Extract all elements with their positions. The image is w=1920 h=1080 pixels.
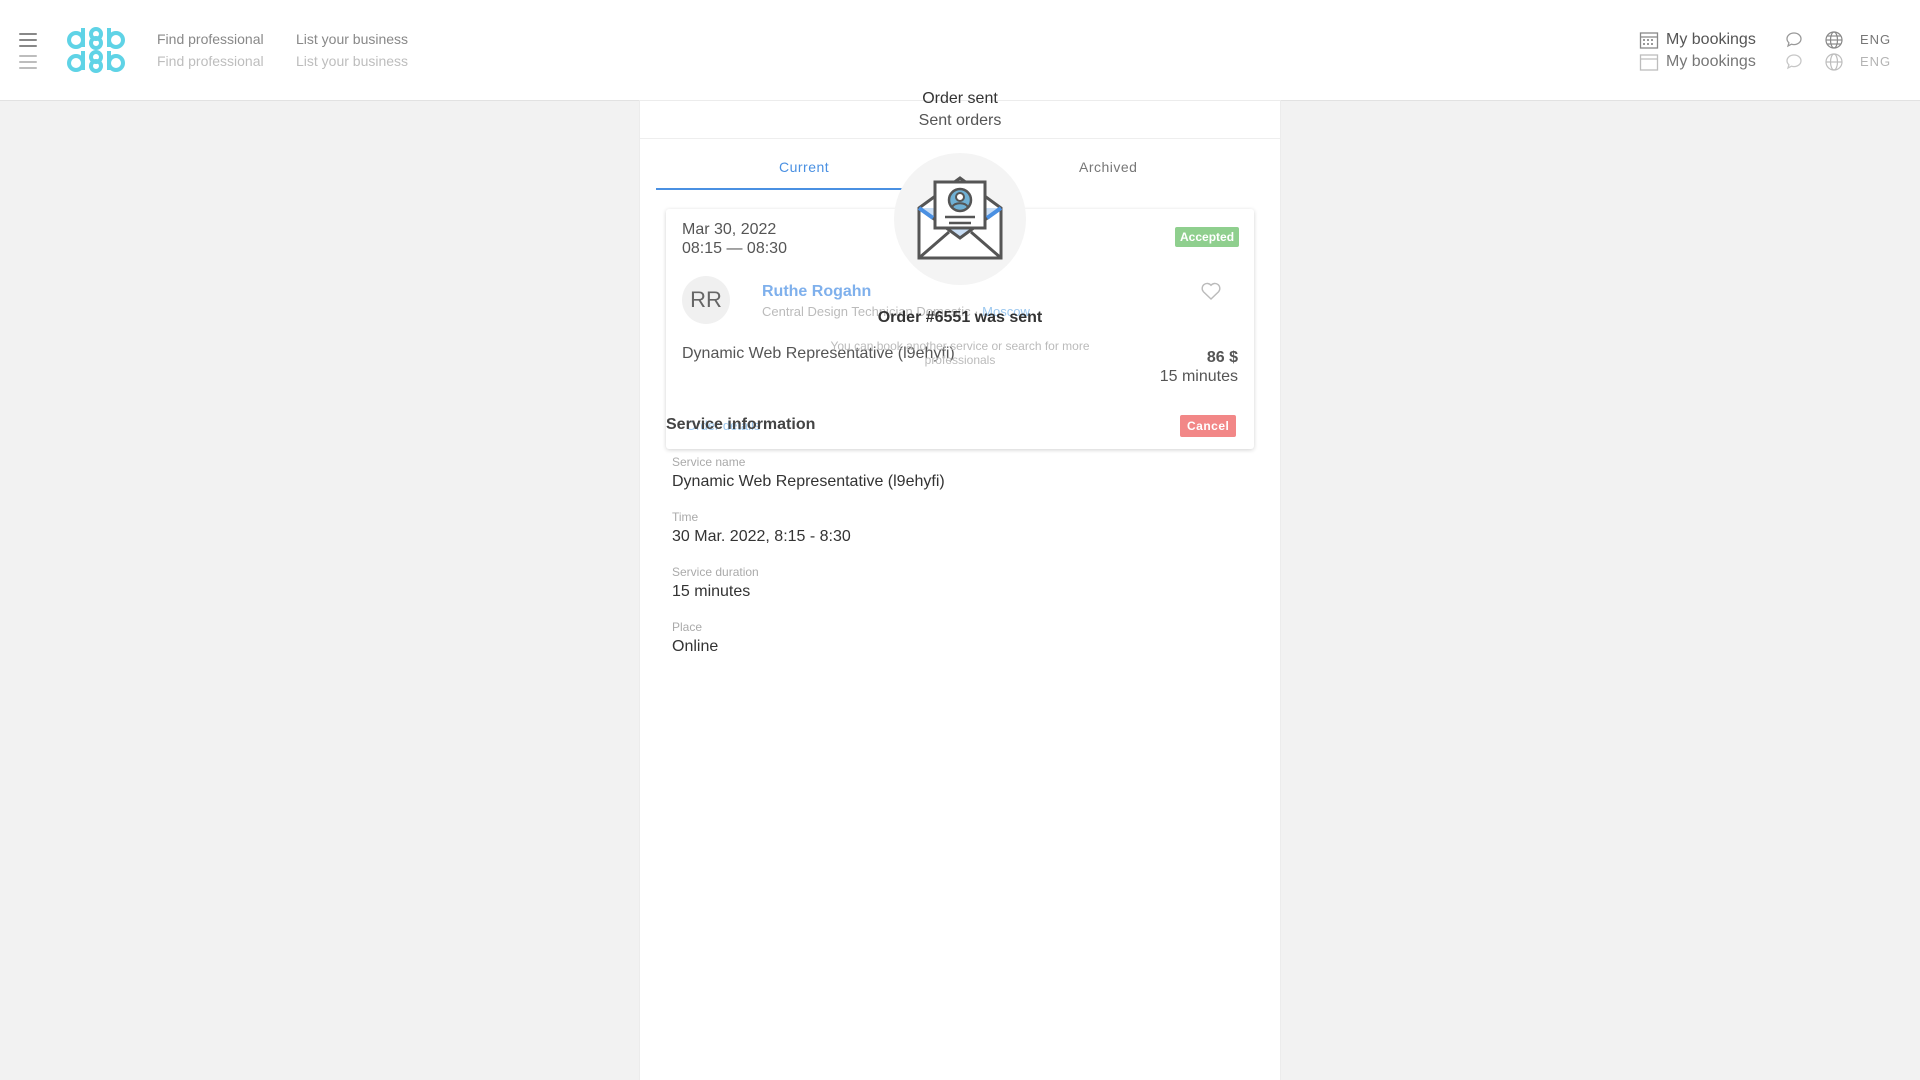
booking-date: Mar 30, 2022 bbox=[682, 221, 777, 238]
page-title: Order sent bbox=[922, 90, 998, 107]
globe-icon-ghost[interactable] bbox=[1824, 52, 1844, 72]
envelope-icon bbox=[917, 176, 1003, 260]
chat-icon[interactable] bbox=[1784, 30, 1804, 50]
calendar-icon[interactable] bbox=[1639, 30, 1659, 50]
tab-archived[interactable]: Archived bbox=[1079, 159, 1137, 175]
place-value: Online bbox=[672, 638, 719, 655]
service-info-heading: Service information bbox=[666, 416, 816, 433]
page-subtitle: Sent orders bbox=[918, 112, 1002, 129]
logo-icon[interactable] bbox=[66, 26, 126, 76]
service-name-value: Dynamic Web Representative (l9ehyfi) bbox=[672, 473, 945, 490]
nav-list-business-ghost[interactable]: List your business bbox=[296, 53, 408, 69]
time-value: 30 Mar. 2022, 8:15 - 8:30 bbox=[672, 528, 851, 545]
menu-icon-ghost[interactable] bbox=[19, 55, 37, 69]
place-label: Place bbox=[672, 620, 703, 634]
time-label: Time bbox=[672, 510, 699, 524]
language-selector[interactable]: ENG bbox=[1860, 32, 1891, 47]
booking-time: 08:15 — 08:30 bbox=[682, 240, 787, 257]
globe-icon[interactable] bbox=[1824, 30, 1844, 50]
tab-current[interactable]: Current bbox=[779, 159, 829, 175]
menu-icon[interactable] bbox=[19, 33, 37, 47]
service-name-label: Service name bbox=[672, 455, 746, 469]
modal-heading: Order #6551 was sent bbox=[877, 309, 1043, 326]
my-bookings-link-ghost[interactable]: My bookings bbox=[1666, 53, 1756, 71]
nav-find-professional-ghost[interactable]: Find professional bbox=[157, 53, 264, 69]
modal-description-line1: You can book another service or search f… bbox=[830, 339, 1090, 353]
nav-list-business[interactable]: List your business bbox=[296, 31, 408, 47]
modal-description-line2: professionals bbox=[924, 353, 996, 367]
heart-icon[interactable] bbox=[1200, 281, 1222, 301]
professional-name[interactable]: Ruthe Rogahn bbox=[762, 283, 871, 301]
nav-find-professional[interactable]: Find professional bbox=[157, 31, 264, 47]
duration-label: Service duration bbox=[672, 565, 759, 579]
duration-value: 15 minutes bbox=[672, 583, 751, 600]
chat-icon-ghost[interactable] bbox=[1784, 52, 1804, 72]
status-badge: Accepted bbox=[1175, 227, 1240, 247]
language-selector-ghost[interactable]: ENG bbox=[1860, 54, 1891, 69]
calendar-icon-ghost[interactable] bbox=[1639, 52, 1659, 72]
cancel-button[interactable]: Cancel bbox=[1180, 415, 1237, 437]
my-bookings-link[interactable]: My bookings bbox=[1666, 31, 1756, 49]
top-header bbox=[0, 0, 1920, 101]
booking-duration: 15 minutes bbox=[1159, 368, 1238, 385]
